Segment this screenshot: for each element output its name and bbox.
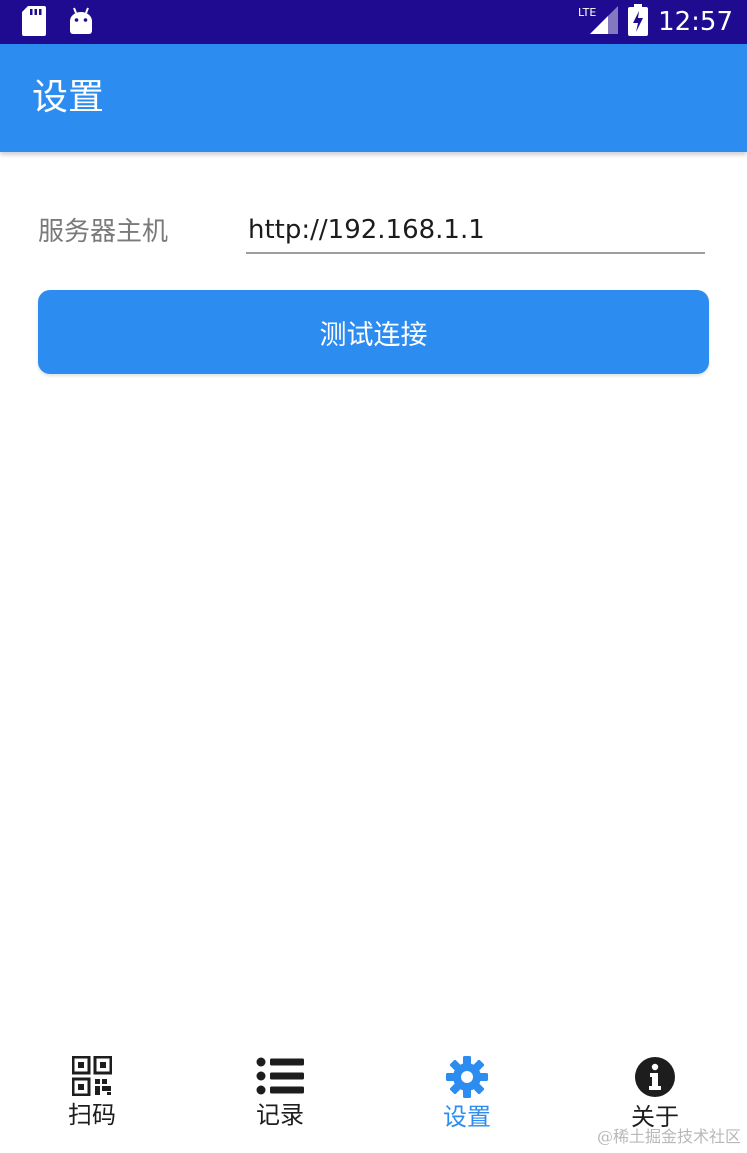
lte-signal-icon: LTE bbox=[578, 4, 619, 40]
nav-label-settings: 设置 bbox=[443, 1103, 491, 1131]
nav-label-scan: 扫码 bbox=[68, 1101, 116, 1129]
server-host-input[interactable] bbox=[246, 208, 705, 254]
app-bar: 设置 bbox=[0, 44, 747, 152]
nav-item-scan[interactable]: 扫码 bbox=[32, 1056, 152, 1146]
test-connection-button[interactable]: 测试连接 bbox=[38, 290, 709, 374]
nav-label-records: 记录 bbox=[256, 1101, 304, 1129]
android-icon bbox=[68, 7, 94, 39]
svg-text:LTE: LTE bbox=[578, 6, 596, 19]
watermark: @稀土掘金技术社区 bbox=[596, 1127, 741, 1146]
sd-card-icon bbox=[22, 6, 46, 40]
gear-icon bbox=[446, 1056, 488, 1098]
nav-item-records[interactable]: 记录 bbox=[220, 1056, 340, 1146]
list-icon bbox=[256, 1056, 304, 1096]
info-icon bbox=[634, 1056, 676, 1098]
status-time: 12:57 bbox=[658, 7, 733, 37]
page-title: 设置 bbox=[32, 77, 105, 118]
qr-code-icon bbox=[72, 1056, 112, 1096]
status-bar: LTE 12:57 bbox=[0, 0, 747, 44]
server-host-label: 服务器主机 bbox=[38, 217, 169, 247]
battery-charging-icon bbox=[628, 4, 649, 40]
nav-item-settings[interactable]: 设置 bbox=[407, 1056, 527, 1146]
